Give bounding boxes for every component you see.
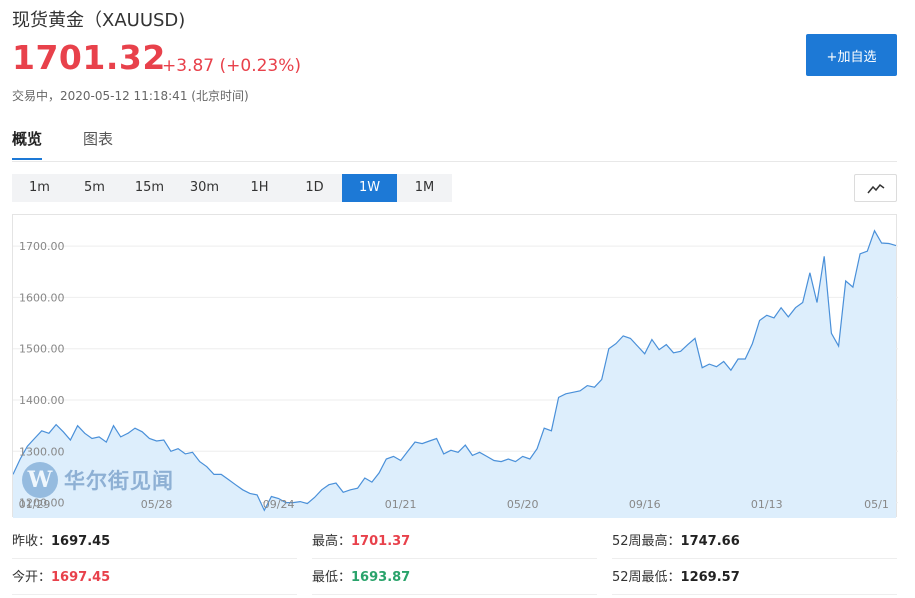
price-change: +3.87 (+0.23%) <box>162 56 302 76</box>
stat-52w-high: 52周最高：1747.66 <box>612 526 897 559</box>
x-tick-label: 05/28 <box>141 498 173 511</box>
stat-label: 昨收： <box>12 534 52 549</box>
stat-value: 1693.87 <box>351 570 411 585</box>
y-tick-label: 1300.00 <box>19 445 65 458</box>
stat-value: 1747.66 <box>680 534 740 549</box>
y-tick-label: 1600.00 <box>19 291 65 304</box>
range-selector: 1m 5m 15m 30m 1H 1D 1W 1M <box>12 174 452 202</box>
x-tick-label: 01/29 <box>19 498 51 511</box>
stat-value: 1269.57 <box>680 570 740 585</box>
x-tick-label: 01/13 <box>751 498 783 511</box>
x-tick-label: 01/21 <box>385 498 417 511</box>
y-tick-label: 1700.00 <box>19 240 65 253</box>
range-1m[interactable]: 1m <box>12 174 67 202</box>
stat-value: 1697.45 <box>51 534 111 549</box>
tab-bar: 概览 图表 <box>12 128 897 162</box>
x-tick-label: 09/24 <box>263 498 295 511</box>
stat-label: 52周最低： <box>612 570 681 585</box>
stat-52w-low: 52周最低：1269.57 <box>612 562 897 595</box>
instrument-title: 现货黄金（XAUUSD) <box>12 10 186 31</box>
range-15m[interactable]: 15m <box>122 174 177 202</box>
stat-low: 最低：1693.87 <box>312 562 597 595</box>
add-to-watchlist-button[interactable]: +加自选 <box>806 34 897 76</box>
x-tick-label: 09/16 <box>629 498 661 511</box>
stat-value: 1697.45 <box>51 570 111 585</box>
stat-label: 最低： <box>312 570 352 585</box>
tab-overview[interactable]: 概览 <box>12 128 43 160</box>
stat-prev-close: 昨收：1697.45 <box>12 526 297 559</box>
stat-open: 今开：1697.45 <box>12 562 297 595</box>
watermark-text: 华尔街见闻 <box>64 468 174 493</box>
tab-chart[interactable]: 图表 <box>83 128 113 158</box>
range-30m[interactable]: 30m <box>177 174 232 202</box>
x-tick-label: 05/20 <box>507 498 539 511</box>
range-1mo[interactable]: 1M <box>397 174 452 202</box>
range-1h[interactable]: 1H <box>232 174 287 202</box>
stat-label: 最高： <box>312 534 352 549</box>
chart-type-button[interactable] <box>854 174 897 202</box>
stat-label: 52周最高： <box>612 534 681 549</box>
x-tick-label: 05/1 <box>864 498 889 511</box>
stat-high: 最高：1701.37 <box>312 526 597 559</box>
range-1d[interactable]: 1D <box>287 174 342 202</box>
trading-status: 交易中，2020-05-12 11:18:41 (北京时间) <box>12 89 249 103</box>
wallstreetcn-logo-icon: W <box>22 462 58 498</box>
stat-value: 1701.37 <box>351 534 411 549</box>
y-tick-label: 1500.00 <box>19 343 65 356</box>
stat-label: 今开： <box>12 570 52 585</box>
last-price: 1701.32 <box>12 38 166 77</box>
range-5m[interactable]: 5m <box>67 174 122 202</box>
y-tick-label: 1400.00 <box>19 394 65 407</box>
range-1w[interactable]: 1W <box>342 174 397 202</box>
line-chart-icon <box>866 183 884 194</box>
watermark: W 华尔街见闻 <box>22 462 174 498</box>
